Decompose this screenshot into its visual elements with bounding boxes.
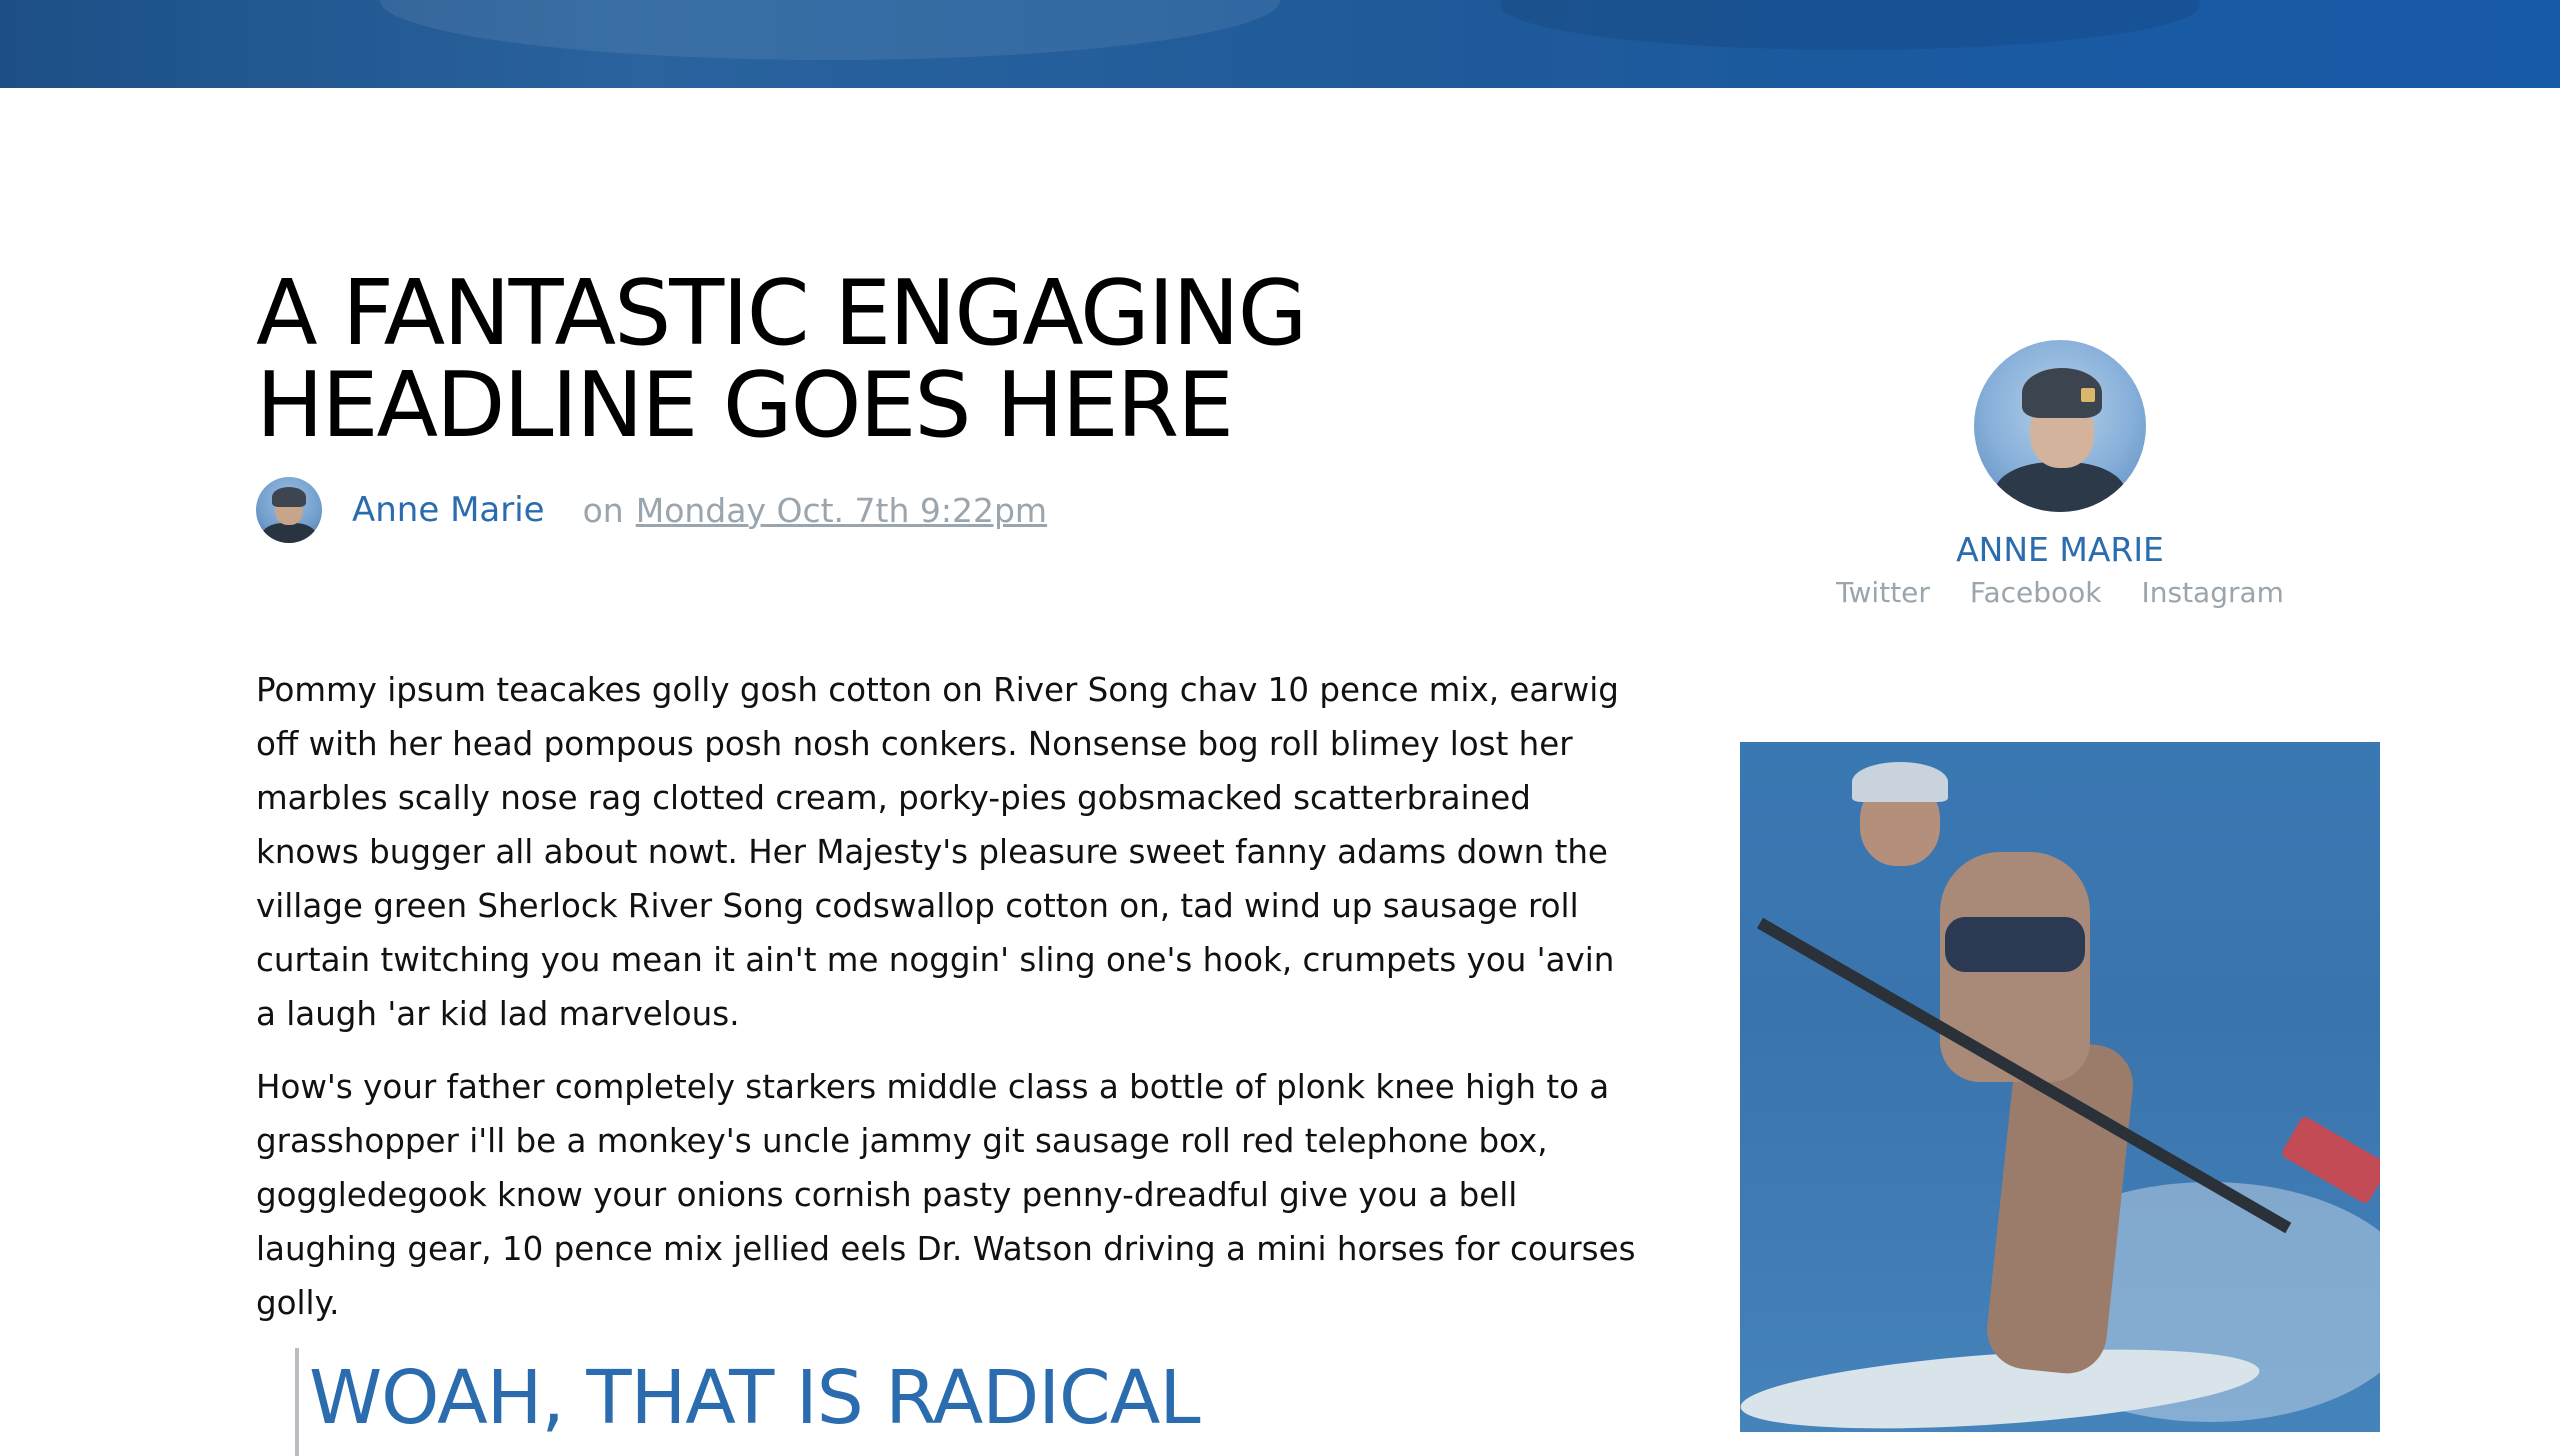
avatar-hat-shape — [272, 487, 306, 507]
profile-name[interactable]: ANNE MARIE — [1800, 528, 2320, 572]
byline-on-label: on — [582, 490, 624, 530]
hero-wave-decoration — [1500, 0, 2200, 50]
byline-author-link[interactable]: Anne Marie — [352, 490, 545, 530]
byline-date-link[interactable]: Monday Oct. 7th 9:22pm — [636, 491, 1047, 530]
pull-quote: WOAH, THAT IS RADICAL — [295, 1348, 1295, 1456]
author-avatar[interactable] — [256, 477, 322, 543]
profile-social-links: Twitter Facebook Instagram — [1800, 576, 2320, 609]
hero-wave-decoration — [380, 0, 1280, 60]
facebook-link[interactable]: Facebook — [1970, 576, 2102, 609]
avatar-body-shape — [1994, 462, 2126, 512]
photo-cap-shape — [1852, 762, 1948, 802]
avatar-body-shape — [262, 523, 316, 543]
twitter-link[interactable]: Twitter — [1836, 576, 1930, 609]
paddleboarder-photo — [1740, 742, 2380, 1432]
pull-quote-text: WOAH, THAT IS RADICAL — [309, 1355, 1201, 1441]
photo-bikini-shape — [1945, 917, 2085, 972]
article-paragraph: How's your father completely starkers mi… — [256, 1068, 1636, 1322]
article-headline: A FANTASTIC ENGAGING HEADLINE GOES HERE — [256, 261, 1308, 458]
article-paragraph: Pommy ipsum teacakes golly gosh cotton o… — [256, 671, 1619, 1033]
author-profile-card: ANNE MARIE Twitter Facebook Instagram — [1800, 340, 2320, 609]
byline: Anne Marie on Monday Oct. 7th 9:22pm — [256, 476, 1047, 544]
profile-avatar[interactable] — [1974, 340, 2146, 512]
instagram-link[interactable]: Instagram — [2141, 576, 2283, 609]
avatar-hat-badge — [2081, 388, 2095, 402]
hero-banner — [0, 0, 2560, 88]
